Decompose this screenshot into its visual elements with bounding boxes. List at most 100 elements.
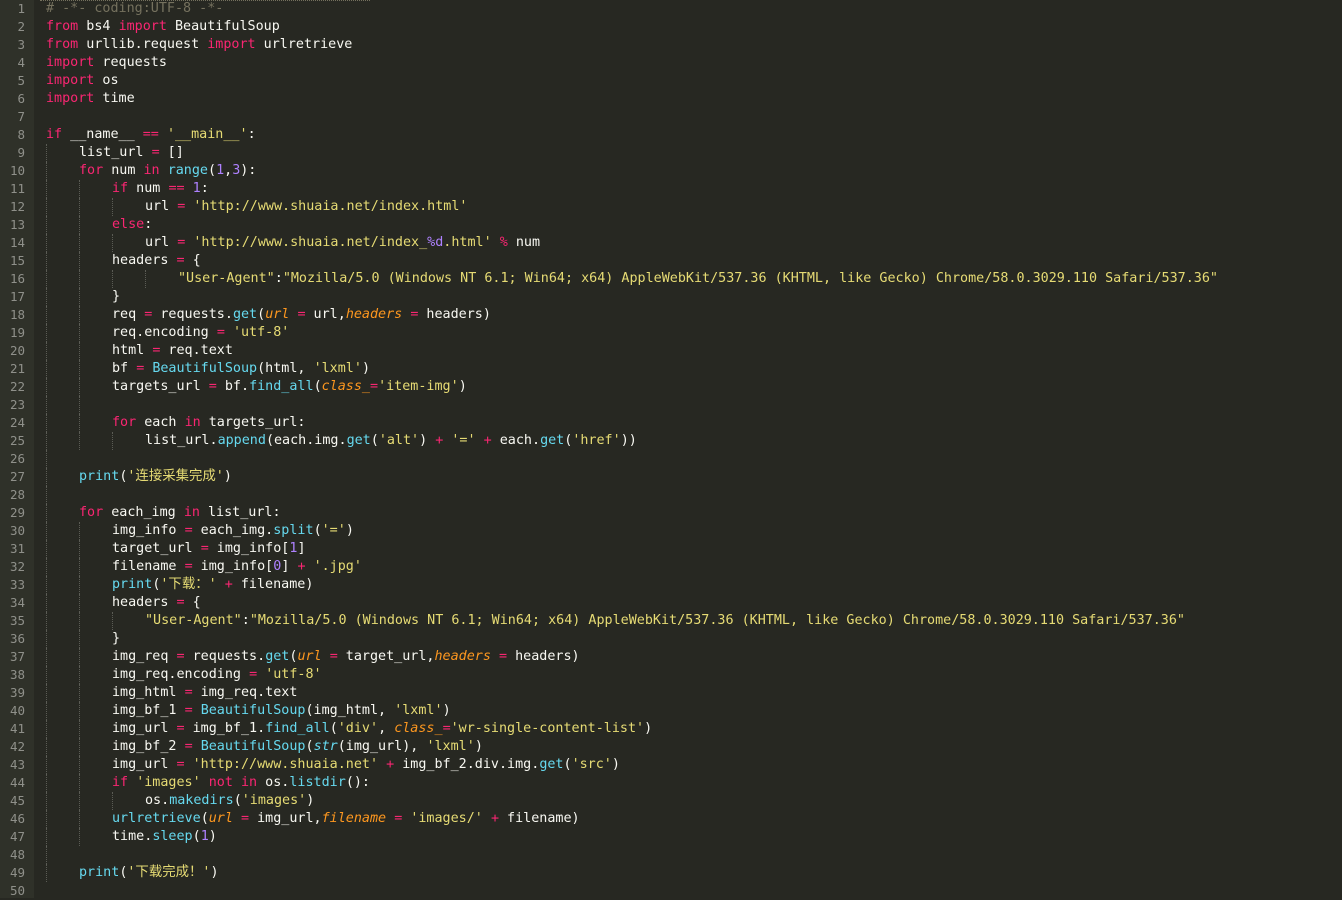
code-line[interactable]: 34 headers = { bbox=[0, 594, 1342, 612]
code-line[interactable]: 41 img_url = img_bf_1.find_all('div', cla… bbox=[0, 720, 1342, 738]
code-line[interactable]: 42 img_bf_2 = BeautifulSoup(str(img_url),… bbox=[0, 738, 1342, 756]
code-line[interactable]: 15 headers = { bbox=[0, 252, 1342, 270]
line-number: 26 bbox=[9, 451, 25, 466]
code-token: ( bbox=[370, 433, 379, 448]
code-token: 'utf-8' bbox=[232, 325, 290, 340]
code-line[interactable]: 10 for num in range(1,3): bbox=[0, 162, 1342, 180]
code-line[interactable]: 47 time.sleep(1) bbox=[0, 828, 1342, 846]
code-line[interactable]: 39 img_html = img_req.text bbox=[0, 684, 1342, 702]
code-line[interactable]: 17} bbox=[0, 288, 1342, 306]
code-line[interactable]: 48 bbox=[0, 846, 1342, 864]
line-content: for num in range(1,3): bbox=[79, 162, 256, 180]
code-line[interactable]: 16 "User-Agent":"Mozilla/5.0 (Windows NT … bbox=[0, 270, 1342, 288]
code-line[interactable]: 20 html = req.text bbox=[0, 342, 1342, 360]
code-line[interactable]: 40 img_bf_1 = BeautifulSoup(img_html, 'lx… bbox=[0, 702, 1342, 720]
code-line[interactable]: 45 os.makedirs('images') bbox=[0, 792, 1342, 810]
code-line[interactable]: 25 list_url.append(each.img.get('alt') + … bbox=[0, 432, 1342, 450]
code-token: img_info[ bbox=[208, 541, 290, 556]
code-line[interactable]: 22 targets_url = bf.find_all(class_='item… bbox=[0, 378, 1342, 396]
code-token: 'http://www.shuaia.net/index_ bbox=[193, 235, 428, 250]
code-token: bf bbox=[112, 361, 137, 376]
code-line[interactable]: 19 req.encoding = 'utf-8' bbox=[0, 324, 1342, 342]
code-line[interactable]: 5 import os bbox=[0, 72, 1342, 90]
line-number: 44 bbox=[9, 775, 25, 790]
code-token: each_img bbox=[103, 505, 184, 520]
code-token: '下载完成！' bbox=[127, 865, 211, 880]
code-line[interactable]: 4 import requests bbox=[0, 54, 1342, 72]
code-token: if bbox=[112, 775, 129, 790]
code-line[interactable]: 11 if num == 1: bbox=[0, 180, 1342, 198]
indent-guide bbox=[46, 828, 47, 846]
code-line[interactable]: 38 img_req.encoding = 'utf-8' bbox=[0, 666, 1342, 684]
code-line[interactable]: 36} bbox=[0, 630, 1342, 648]
code-line[interactable]: 7 bbox=[0, 108, 1342, 126]
code-line[interactable]: 6 import time bbox=[0, 90, 1342, 108]
indent-guide bbox=[79, 576, 80, 594]
code-line[interactable]: 1 # -*- coding:UTF-8 -*- bbox=[0, 0, 1342, 18]
line-number: 3 bbox=[17, 37, 25, 52]
code-line[interactable]: 18 req = requests.get(url = url,headers =… bbox=[0, 306, 1342, 324]
code-line[interactable]: 29 for each_img in list_url: bbox=[0, 504, 1342, 522]
code-token: 'utf-8' bbox=[265, 667, 322, 682]
indent-guide bbox=[145, 270, 146, 288]
line-number: 36 bbox=[9, 631, 25, 646]
indent-guide bbox=[79, 378, 80, 396]
code-line[interactable]: 33 print('下载：' + filename) bbox=[0, 576, 1342, 594]
code-token: filename bbox=[112, 559, 185, 574]
code-token: = bbox=[184, 523, 193, 538]
code-line[interactable]: 50 bbox=[0, 882, 1342, 900]
code-line[interactable]: 46 urlretrieve(url = img_url,filename = '… bbox=[0, 810, 1342, 828]
code-token: [] bbox=[159, 145, 184, 160]
code-line[interactable]: 31 target_url = img_info[1] bbox=[0, 540, 1342, 558]
code-editor[interactable]: 1 # -*- coding:UTF-8 -*- 2 from bs4 import … bbox=[0, 0, 1342, 898]
code-token: ( bbox=[313, 379, 322, 394]
code-token: for bbox=[112, 415, 137, 430]
code-area[interactable]: 1 # -*- coding:UTF-8 -*- 2 from bs4 import … bbox=[0, 0, 1342, 900]
indent-guide bbox=[79, 252, 80, 270]
code-line[interactable]: 28 bbox=[0, 486, 1342, 504]
code-token: '__main__' bbox=[166, 127, 248, 142]
code-line[interactable]: 8 if __name__ == '__main__': bbox=[0, 126, 1342, 144]
indent-guide bbox=[79, 180, 80, 198]
code-token: import bbox=[118, 19, 167, 34]
code-line[interactable]: 9 list_url = [] bbox=[0, 144, 1342, 162]
code-line[interactable]: 24 for each in targets_url: bbox=[0, 414, 1342, 432]
code-token: 1 bbox=[216, 163, 225, 178]
line-content: "User-Agent":"Mozilla/5.0 (Windows NT 6.… bbox=[178, 270, 1218, 288]
code-line[interactable]: 30 img_info = each_img.split('=') bbox=[0, 522, 1342, 540]
code-line[interactable]: 44 if 'images' not in os.listdir(): bbox=[0, 774, 1342, 792]
code-line[interactable]: 12 url = 'http://www.shuaia.net/index.htm… bbox=[0, 198, 1342, 216]
line-number: 50 bbox=[9, 883, 25, 898]
code-line[interactable]: 35 "User-Agent":"Mozilla/5.0 (Windows NT … bbox=[0, 612, 1342, 630]
code-token: % bbox=[499, 235, 508, 250]
code-line[interactable]: 13 else: bbox=[0, 216, 1342, 234]
code-token: img_url bbox=[112, 757, 177, 772]
code-line[interactable]: 23 bbox=[0, 396, 1342, 414]
code-line[interactable]: 3 from urllib.request import urlretrieve bbox=[0, 36, 1342, 54]
code-token: { bbox=[184, 253, 201, 268]
code-token: import bbox=[207, 37, 256, 52]
code-token: each. bbox=[491, 433, 541, 448]
code-token: list_url. bbox=[145, 433, 218, 448]
line-content: import os bbox=[46, 72, 119, 90]
code-line[interactable]: 49 print('下载完成！') bbox=[0, 864, 1342, 882]
code-line[interactable]: 43 img_url = 'http://www.shuaia.net' + im… bbox=[0, 756, 1342, 774]
code-line[interactable]: 21 bf = BeautifulSoup(html, 'lxml') bbox=[0, 360, 1342, 378]
code-line[interactable]: 37 img_req = requests.get(url = target_ur… bbox=[0, 648, 1342, 666]
line-number: 29 bbox=[9, 505, 25, 520]
code-line[interactable]: 14 url = 'http://www.shuaia.net/index_%d.… bbox=[0, 234, 1342, 252]
code-line[interactable]: 27 print('连接采集完成') bbox=[0, 468, 1342, 486]
code-token: ] bbox=[297, 541, 306, 556]
code-line[interactable]: 2 from bs4 import BeautifulSoup bbox=[0, 18, 1342, 36]
code-token: = bbox=[176, 253, 185, 268]
line-number: 41 bbox=[9, 721, 25, 736]
code-line[interactable]: 32 filename = img_info[0] + '.jpg' bbox=[0, 558, 1342, 576]
code-token: img_info bbox=[112, 523, 185, 538]
line-number: 11 bbox=[9, 181, 25, 196]
code-line[interactable]: 26 bbox=[0, 450, 1342, 468]
indent-guide bbox=[79, 630, 80, 648]
code-token: url bbox=[145, 235, 178, 250]
indent-guide bbox=[46, 846, 47, 864]
